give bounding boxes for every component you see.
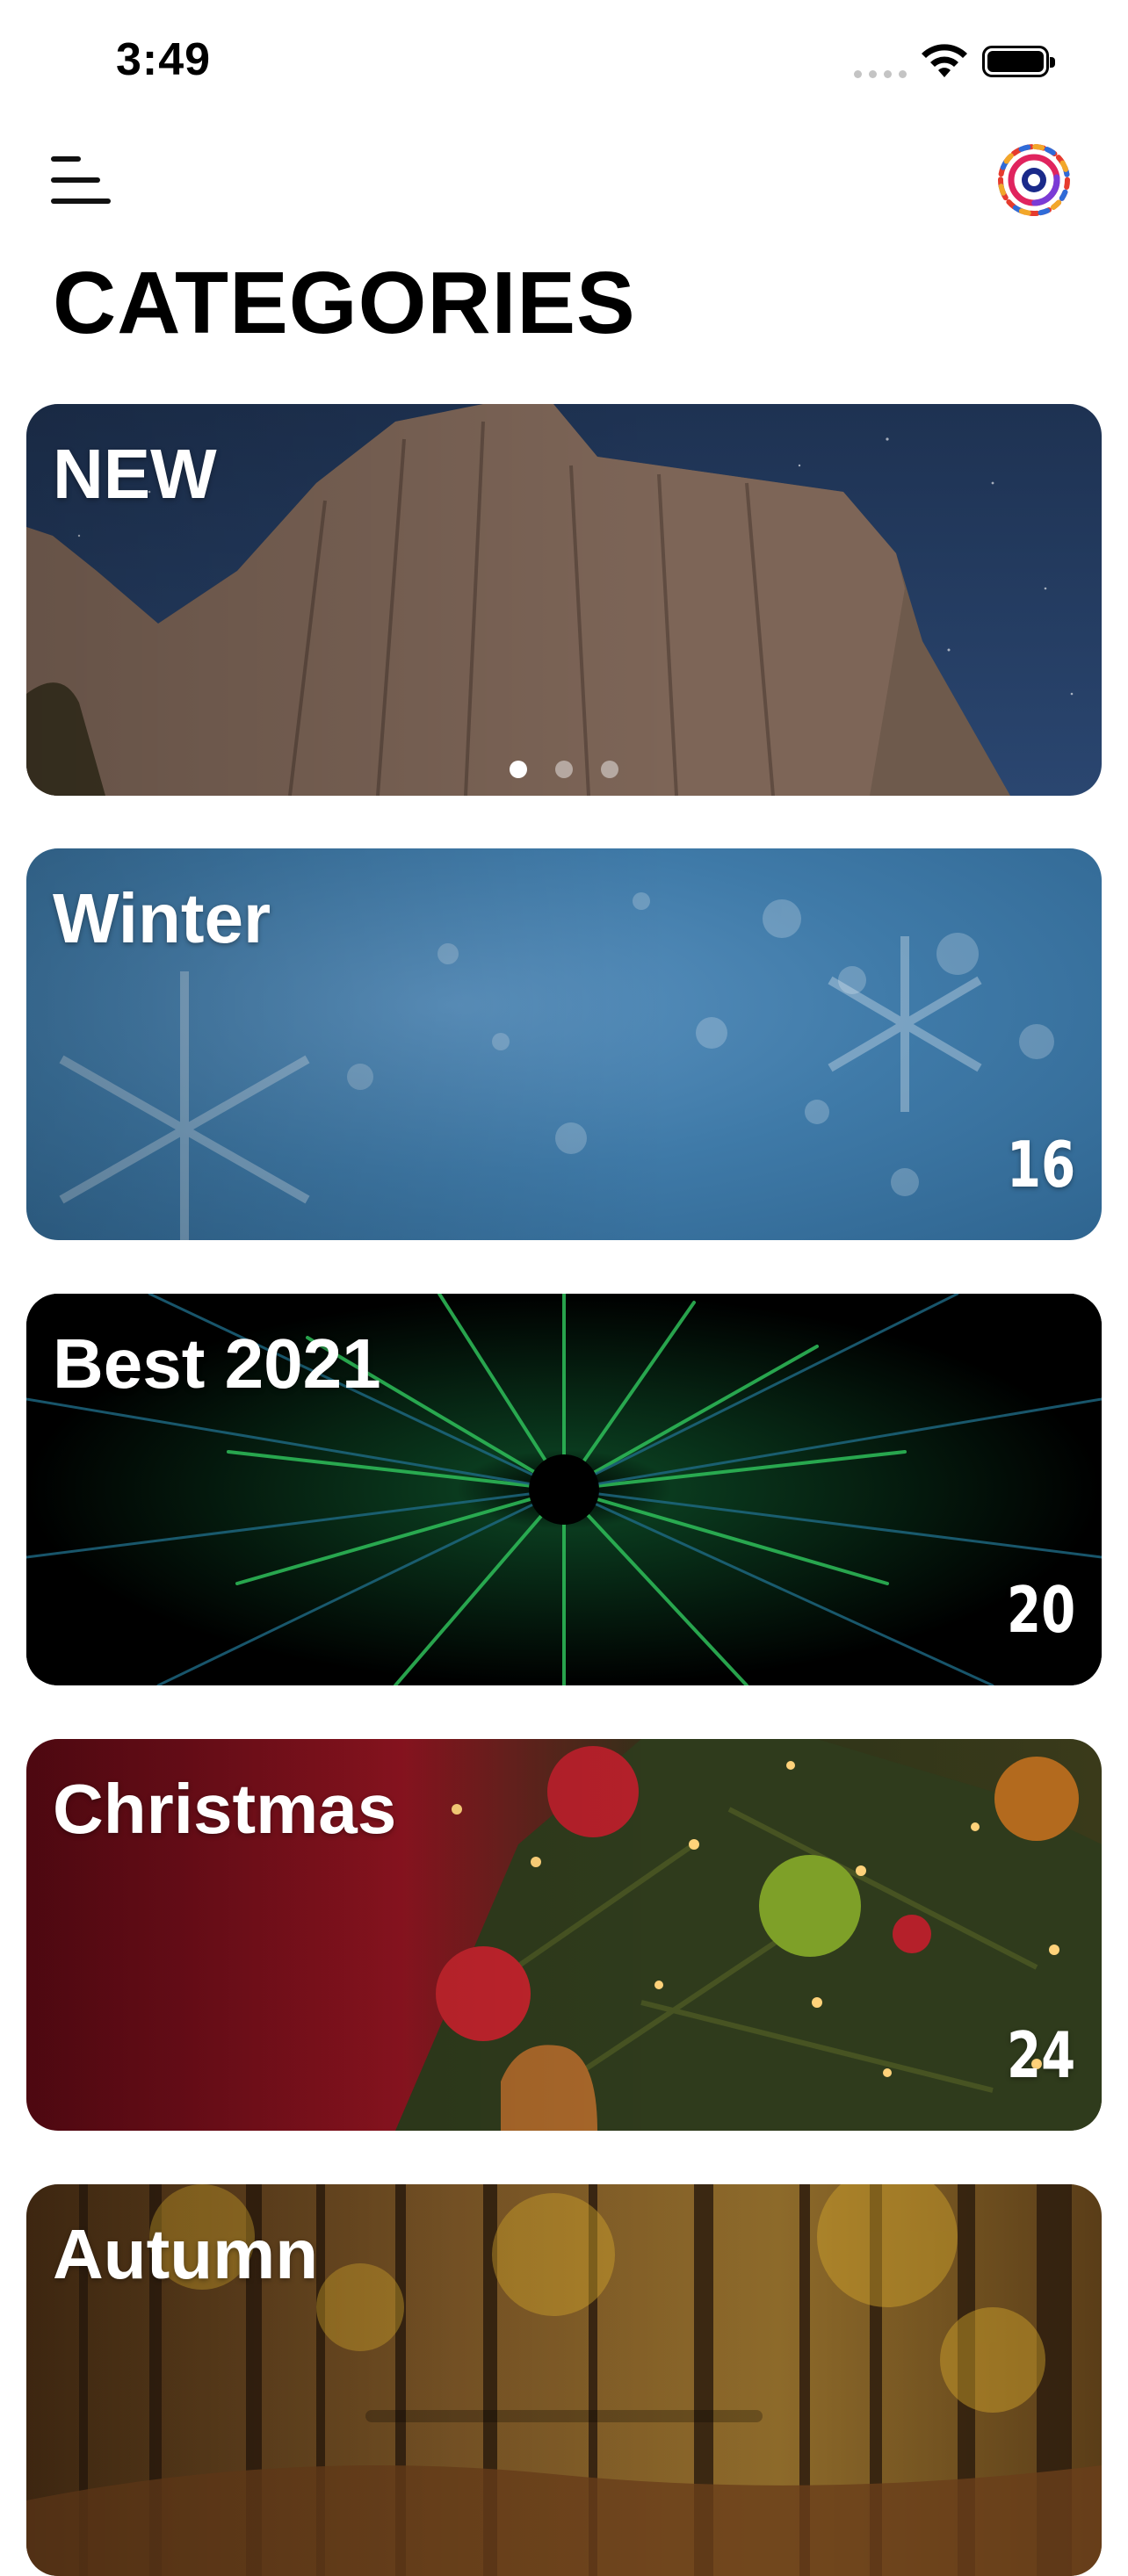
carousel-dot[interactable] [510, 761, 527, 778]
carousel-dot[interactable] [555, 761, 573, 778]
category-label: Christmas [53, 1770, 397, 1848]
wifi-icon [922, 44, 967, 77]
category-card-winter[interactable]: Winter 16 [26, 848, 1102, 1240]
category-card-new[interactable]: NEW [26, 404, 1102, 796]
category-card-christmas[interactable]: Christmas 24 [26, 1739, 1102, 2131]
category-label: Best 2021 [53, 1324, 381, 1403]
category-label: Winter [53, 879, 271, 957]
category-label: Autumn [53, 2215, 319, 2293]
colorful-ring-logo-icon[interactable] [994, 141, 1074, 220]
status-time: 3:49 [116, 34, 212, 85]
category-card-autumn[interactable]: Autumn [26, 2184, 1102, 2576]
category-label: NEW [53, 435, 217, 513]
category-count: 20 [1006, 1573, 1075, 1647]
carousel-page-indicator[interactable] [26, 761, 1102, 778]
battery-icon [982, 46, 1055, 77]
hamburger-menu-icon[interactable] [51, 151, 112, 209]
category-card-best-2021[interactable]: Best 2021 20 [26, 1294, 1102, 1685]
category-count: 24 [1006, 2018, 1075, 2092]
page-title: CATEGORIES [53, 254, 636, 352]
home-indicator[interactable] [365, 2410, 763, 2422]
category-count: 16 [1006, 1128, 1075, 1201]
carousel-dot[interactable] [601, 761, 618, 778]
cellular-signal-icon [854, 70, 907, 78]
